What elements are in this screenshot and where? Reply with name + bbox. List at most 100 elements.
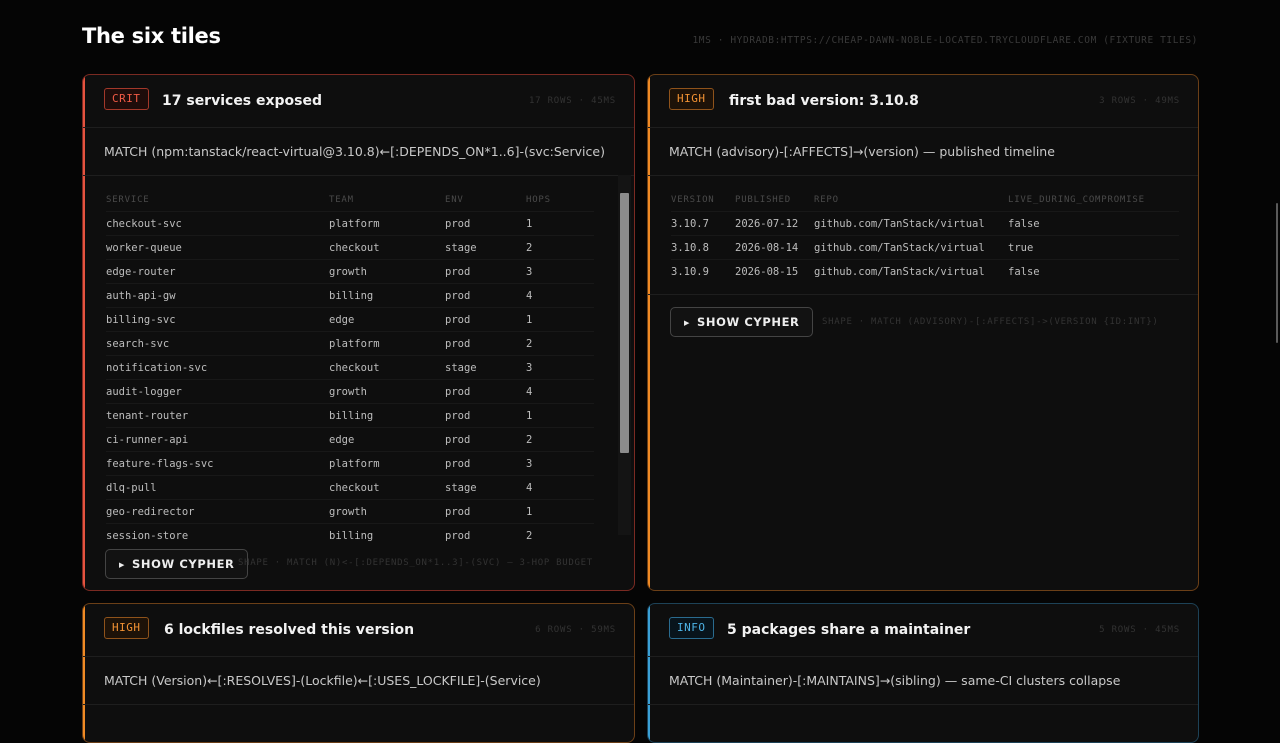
table-row: feature-flags-svc platform prod 3: [106, 451, 594, 476]
results-table: VERSION PUBLISHED REPO LIVE_DURING_COMPR…: [671, 189, 1179, 283]
cell-team: growth: [329, 499, 445, 524]
cell-env: stage: [445, 475, 526, 500]
cell-service: geo-redirector: [106, 499, 329, 524]
tile-meta: 3 ROWS · 49MS: [1099, 96, 1180, 106]
tile-services-exposed: CRIT 17 services exposed 17 ROWS · 45MS …: [82, 74, 635, 591]
cell-hops: 2: [526, 427, 594, 452]
table-row: geo-redirector growth prod 1: [106, 499, 594, 524]
caret-right-icon: ▶: [684, 319, 690, 327]
severity-badge: HIGH: [104, 617, 149, 639]
cell-hops: 1: [526, 211, 594, 236]
cell-repo: github.com/TanStack/virtual: [814, 235, 1008, 260]
cell-live: true: [1008, 235, 1179, 260]
divider: [83, 175, 634, 176]
table-row: audit-logger growth prod 4: [106, 379, 594, 404]
table-header-row: VERSION PUBLISHED REPO LIVE_DURING_COMPR…: [671, 189, 1179, 212]
severity-badge: INFO: [669, 617, 714, 639]
table-row: notification-svc checkout stage 3: [106, 355, 594, 380]
severity-badge: CRIT: [104, 88, 149, 110]
cell-team: billing: [329, 403, 445, 428]
cell-team: growth: [329, 379, 445, 404]
cell-env: prod: [445, 283, 526, 308]
tile-shared-maintainer: INFO 5 packages share a maintainer 5 ROW…: [647, 603, 1199, 743]
cell-service: ci-runner-api: [106, 427, 329, 452]
column-header: SERVICE: [106, 195, 150, 205]
cell-hops: 1: [526, 307, 594, 332]
tile-title: first bad version: 3.10.8: [729, 93, 919, 109]
cell-published: 2026-08-14: [735, 235, 814, 260]
cell-env: prod: [445, 523, 526, 547]
table-row: ci-runner-api edge prod 2: [106, 427, 594, 452]
cell-service: feature-flags-svc: [106, 451, 329, 476]
cell-hops: 2: [526, 331, 594, 356]
tile-query: MATCH (Maintainer)-[:MAINTAINS]→(sibling…: [669, 673, 1121, 688]
cell-hops: 4: [526, 283, 594, 308]
cell-service: search-svc: [106, 331, 329, 356]
table-row: worker-queue checkout stage 2: [106, 235, 594, 260]
cell-team: billing: [329, 523, 445, 547]
tile-meta: 6 ROWS · 59MS: [535, 625, 616, 635]
table-row: edge-router growth prod 3: [106, 259, 594, 284]
cell-env: prod: [445, 403, 526, 428]
cell-version: 3.10.9: [671, 259, 735, 283]
cell-service: tenant-router: [106, 403, 329, 428]
cell-hops: 2: [526, 523, 594, 547]
cell-team: growth: [329, 259, 445, 284]
table-row: dlq-pull checkout stage 4: [106, 475, 594, 500]
cell-env: prod: [445, 427, 526, 452]
cell-env: prod: [445, 211, 526, 236]
scrollbar-thumb[interactable]: [620, 193, 629, 453]
query-shape: SHAPE · MATCH (ADVISORY)-[:AFFECTS]->(VE…: [822, 317, 1159, 327]
tile-header: HIGH first bad version: 3.10.8 3 ROWS · …: [648, 75, 1198, 128]
cell-service: billing-svc: [106, 307, 329, 332]
cell-env: prod: [445, 259, 526, 284]
table-row: 3.10.8 2026-08-14 github.com/TanStack/virt…: [671, 235, 1179, 260]
cell-team: checkout: [329, 355, 445, 380]
button-label: SHOW CYPHER: [696, 315, 800, 329]
table-row: auth-api-gw billing prod 4: [106, 283, 594, 308]
show-cypher-button[interactable]: ▶ SHOW CYPHER: [105, 549, 248, 579]
cell-env: stage: [445, 235, 526, 260]
page-scrollbar-thumb[interactable]: [1276, 203, 1278, 343]
cell-hops: 4: [526, 475, 594, 500]
cell-service: edge-router: [106, 259, 329, 284]
cell-service: session-store: [106, 523, 329, 547]
table-row: billing-svc edge prod 1: [106, 307, 594, 332]
table-row: session-store billing prod 2: [106, 523, 594, 547]
column-header: ENV: [445, 195, 464, 205]
cell-env: stage: [445, 355, 526, 380]
tile-title: 6 lockfiles resolved this version: [164, 622, 415, 638]
cell-team: billing: [329, 283, 445, 308]
table-row: checkout-svc platform prod 1: [106, 211, 594, 236]
cell-published: 2026-08-15: [735, 259, 814, 283]
tile-title: 5 packages share a maintainer: [727, 622, 971, 638]
cell-hops: 3: [526, 451, 594, 476]
caret-right-icon: ▶: [119, 561, 125, 569]
cell-service: worker-queue: [106, 235, 329, 260]
cell-team: checkout: [329, 475, 445, 500]
table-header-row: SERVICE TEAM ENV HOPS: [106, 189, 594, 212]
cell-team: platform: [329, 331, 445, 356]
cell-service: checkout-svc: [106, 211, 329, 236]
column-header: REPO: [814, 195, 839, 205]
cell-hops: 3: [526, 259, 594, 284]
show-cypher-button[interactable]: ▶ SHOW CYPHER: [670, 307, 813, 337]
divider: [83, 704, 634, 705]
cell-team: edge: [329, 307, 445, 332]
cell-service: audit-logger: [106, 379, 329, 404]
tile-title: 17 services exposed: [162, 93, 323, 109]
cell-live: false: [1008, 259, 1179, 283]
column-header: TEAM: [329, 195, 354, 205]
data-source: 1MS · HYDRADB:HTTPS://CHEAP-DAWN-NOBLE-L…: [692, 35, 1198, 46]
tile-meta: 17 ROWS · 45MS: [528, 96, 616, 106]
tile-lockfiles: HIGH 6 lockfiles resolved this version 6…: [82, 603, 635, 743]
cell-live: false: [1008, 211, 1179, 236]
table-row: search-svc platform prod 2: [106, 331, 594, 356]
results-table: SERVICE TEAM ENV HOPS checkout-svc platfo…: [106, 189, 594, 547]
tile-header: HIGH 6 lockfiles resolved this version 6…: [83, 604, 634, 657]
tile-first-bad-version: HIGH first bad version: 3.10.8 3 ROWS · …: [647, 74, 1199, 591]
column-header: VERSION: [671, 195, 715, 205]
results-scrollbar[interactable]: [618, 175, 631, 535]
table-row: tenant-router billing prod 1: [106, 403, 594, 428]
cell-version: 3.10.7: [671, 211, 735, 236]
